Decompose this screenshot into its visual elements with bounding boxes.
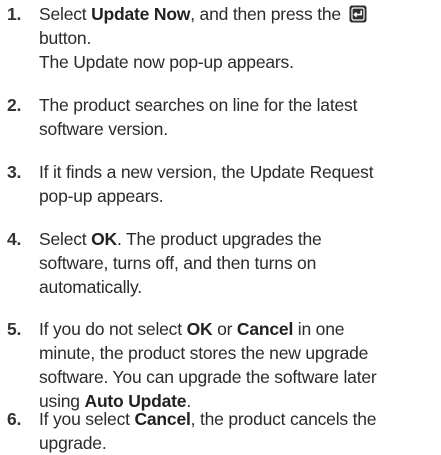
enter-button-icon	[349, 5, 367, 23]
step-text: If you select Cancel, the product cancel…	[39, 407, 441, 455]
step-line: If you do not select OK or Cancel in one	[39, 319, 345, 339]
step-number: 2.	[7, 95, 22, 115]
step-number: 6.	[7, 409, 22, 429]
step-line: The product searches on line for the lat…	[39, 95, 358, 115]
step-line: software. You can upgrade the software l…	[39, 367, 377, 387]
step-line: button.	[39, 28, 92, 48]
step-text: If you do not select OK or Cancel in one…	[39, 317, 441, 413]
step-line: software, turns off, and then turns on	[39, 253, 317, 273]
step-line: automatically.	[39, 277, 142, 297]
step-line: pop-up appears.	[39, 186, 164, 206]
step-line: software version.	[39, 119, 168, 139]
step-text: If it finds a new version, the Update Re…	[39, 160, 441, 208]
step-line: If it finds a new version, the Update Re…	[39, 162, 374, 182]
step-number: 5.	[7, 319, 22, 339]
step-number: 1.	[7, 4, 22, 24]
step-line: Select Update Now, and then press the	[39, 2, 441, 26]
step-line: Select OK. The product upgrades the	[39, 229, 322, 249]
step-number: 3.	[7, 162, 22, 182]
step-text: Select OK. The product upgrades the soft…	[39, 227, 441, 299]
step-text: Select Update Now, and then press the bu…	[39, 2, 441, 74]
step-line: The Update now pop-up appears.	[39, 52, 294, 72]
step-text: The product searches on line for the lat…	[39, 93, 441, 141]
step-line: minute, the product stores the new upgra…	[39, 343, 369, 363]
step-line: If you select Cancel, the product cancel…	[39, 409, 377, 429]
step-number: 4.	[7, 229, 22, 249]
step-line: upgrade.	[39, 433, 107, 453]
